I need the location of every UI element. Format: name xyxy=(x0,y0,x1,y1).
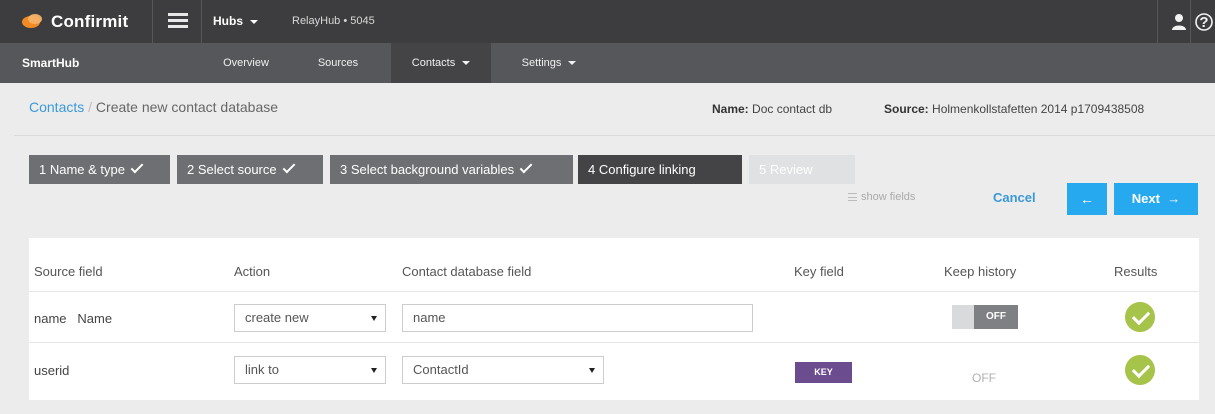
column-header-contact-database-field: Contact database field xyxy=(402,264,532,279)
divider xyxy=(14,135,1215,136)
step-label: 1 Name & type xyxy=(39,162,125,177)
source-field-id: userid xyxy=(34,363,70,378)
meta-source-label: Source: xyxy=(884,102,929,116)
key-field-badge[interactable]: KEY xyxy=(795,362,852,383)
user-icon[interactable] xyxy=(1168,11,1190,33)
column-header-source-field: Source field xyxy=(34,264,103,279)
show-fields-toggle[interactable]: show fields xyxy=(848,191,915,203)
meta-name-value: Doc contact db xyxy=(752,102,833,116)
breadcrumb-current: Create new contact database xyxy=(95,99,279,115)
check-icon xyxy=(519,160,533,174)
meta-source-value: Holmenkollstafetten 2014 p1709438508 xyxy=(932,102,1145,116)
table-row-source-field: userid xyxy=(34,363,69,378)
action-select-value: create new xyxy=(245,310,309,325)
chevron-down-icon xyxy=(568,61,577,66)
wizard-step-background-variables[interactable]: 3 Select background variables xyxy=(330,155,573,184)
keep-history-off-text: OFF xyxy=(972,371,996,385)
wizard-step-select-source[interactable]: 2 Select source xyxy=(177,155,323,184)
contact-field-input[interactable]: name xyxy=(402,304,753,332)
arrow-right-icon: → xyxy=(1167,191,1181,206)
check-icon xyxy=(282,160,295,174)
meta-name: Name: Doc contact db xyxy=(712,102,832,116)
divider xyxy=(29,342,1199,343)
table-row-source-field: name Name xyxy=(34,311,112,326)
nav-item-label: Settings xyxy=(521,57,562,69)
divider xyxy=(152,0,153,43)
nav-item-sources[interactable]: Sources xyxy=(296,43,380,83)
step-label: 3 Select background variables xyxy=(340,162,515,177)
divider xyxy=(1190,0,1191,43)
divider xyxy=(29,291,1199,292)
hub-name: RelayHub • 5045 xyxy=(292,15,375,27)
hubs-label: Hubs xyxy=(213,14,243,28)
nav-item-contacts[interactable]: Contacts xyxy=(391,43,491,83)
chevron-down-icon xyxy=(250,19,258,24)
action-select[interactable]: create new xyxy=(234,304,386,332)
arrow-left-icon: ← xyxy=(1080,191,1094,207)
nav-item-overview[interactable]: Overview xyxy=(208,43,284,83)
nav-item-label: Sources xyxy=(317,57,359,69)
nav-bar: SmartHub Overview Sources Contacts Setti… xyxy=(0,43,1215,83)
action-select[interactable]: link to xyxy=(234,356,386,384)
chevron-down-icon xyxy=(462,61,471,66)
contact-field-input-value: name xyxy=(413,310,446,325)
list-icon xyxy=(848,193,857,202)
contact-field-select-value: ContactId xyxy=(413,362,469,377)
source-field-id: name xyxy=(34,311,67,326)
wizard-step-configure-linking[interactable]: 4 Configure linking xyxy=(578,155,742,184)
result-success-icon xyxy=(1125,302,1155,332)
divider xyxy=(1157,0,1158,43)
next-button[interactable]: Next → xyxy=(1114,183,1198,215)
column-header-keep-history: Keep history xyxy=(944,264,1017,279)
nav-item-settings[interactable]: Settings xyxy=(500,43,598,83)
check-icon xyxy=(130,160,144,174)
menu-icon[interactable] xyxy=(168,13,188,29)
divider xyxy=(201,0,202,43)
contact-field-select[interactable]: ContactId xyxy=(402,356,604,384)
keep-history-toggle[interactable]: OFF xyxy=(952,305,1018,329)
chevron-down-icon xyxy=(589,368,595,373)
help-icon[interactable]: ? xyxy=(1195,11,1215,33)
step-label: 4 Configure linking xyxy=(588,162,696,177)
chevron-down-icon xyxy=(371,316,377,321)
result-success-icon xyxy=(1125,355,1155,385)
column-header-action: Action xyxy=(234,264,271,279)
hubs-dropdown[interactable]: Hubs xyxy=(213,14,258,28)
nav-item-label: Overview xyxy=(223,57,269,69)
source-field-label: Name xyxy=(77,311,113,326)
meta-source: Source: Holmenkollstafetten 2014 p170943… xyxy=(884,102,1144,116)
breadcrumb-link-contacts[interactable]: Contacts xyxy=(29,99,84,115)
breadcrumb: Contacts / Create new contact database xyxy=(29,99,278,115)
confirmit-logo-icon xyxy=(22,14,44,30)
confirmit-logo[interactable]: Confirmit xyxy=(22,10,128,34)
meta-name-label: Name: xyxy=(712,102,749,116)
step-label: 5 Review xyxy=(759,162,813,177)
step-label: 2 Select source xyxy=(187,162,277,177)
logo-text: Confirmit xyxy=(51,12,129,31)
next-label: Next xyxy=(1131,191,1160,206)
breadcrumb-separator: / xyxy=(84,99,96,115)
top-bar: Confirmit Hubs RelayHub • 5045 ? xyxy=(0,0,1215,43)
previous-button[interactable]: ← xyxy=(1067,183,1107,215)
column-header-results: Results xyxy=(1114,264,1158,279)
show-fields-label: show fields xyxy=(861,191,916,203)
toggle-knob xyxy=(952,305,974,329)
nav-item-label: Contacts xyxy=(411,57,456,69)
column-header-key-field: Key field xyxy=(794,264,844,279)
wizard-step-review: 5 Review xyxy=(749,155,855,184)
action-select-value: link to xyxy=(245,362,279,377)
cancel-button[interactable]: Cancel xyxy=(993,190,1036,205)
wizard-step-name-type[interactable]: 1 Name & type xyxy=(29,155,170,184)
chevron-down-icon xyxy=(371,368,377,373)
smarthub-brand[interactable]: SmartHub xyxy=(22,56,79,70)
toggle-state-label: OFF xyxy=(974,305,1018,329)
